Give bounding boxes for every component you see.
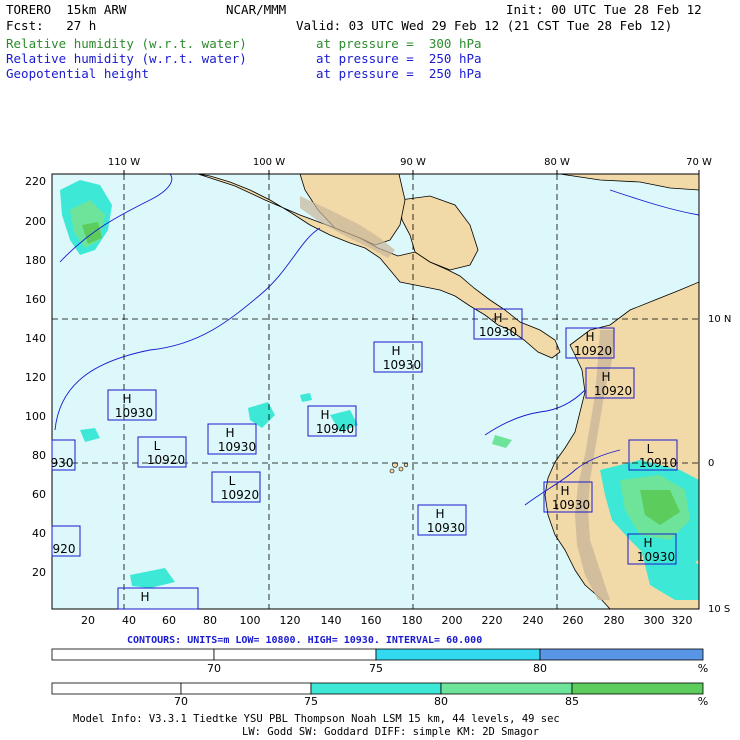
colorbar-rh-300 xyxy=(51,682,704,695)
x-tick: 180 xyxy=(402,614,423,627)
y-tick: 200 xyxy=(25,215,46,228)
svg-text:10930: 10930 xyxy=(115,406,153,420)
svg-text:10930: 10930 xyxy=(552,498,590,512)
model-info-line2: LW: Godd SW: Goddard DIFF: simple KM: 2D… xyxy=(242,726,539,738)
svg-text:10920: 10920 xyxy=(221,488,259,502)
svg-text:H: H xyxy=(435,507,444,521)
svg-text:10920: 10920 xyxy=(594,384,632,398)
x-tick: 220 xyxy=(482,614,503,627)
colorbar2-label: 75 xyxy=(304,695,318,708)
y-tick: 40 xyxy=(32,527,46,540)
lon-label-90w: 90 W xyxy=(400,157,426,168)
svg-text:H: H xyxy=(225,426,234,440)
svg-text:H: H xyxy=(391,344,400,358)
lat-label-10s: 10 S xyxy=(708,604,730,615)
svg-text:H: H xyxy=(560,484,569,498)
colorbar2-label: 80 xyxy=(434,695,448,708)
colorbar1-label: 70 xyxy=(207,662,221,675)
lat-label-10n: 10 N xyxy=(708,314,731,325)
svg-text:H: H xyxy=(585,330,594,344)
y-tick: 120 xyxy=(25,371,46,384)
lat-label-0: 0 xyxy=(708,458,714,469)
x-tick: 120 xyxy=(280,614,301,627)
svg-text:10910: 10910 xyxy=(639,456,677,470)
y-tick: 160 xyxy=(25,293,46,306)
svg-text:10920: 10920 xyxy=(147,453,185,467)
colorbar1-label: 80 xyxy=(533,662,547,675)
x-tick: 160 xyxy=(361,614,382,627)
x-tick: 20 xyxy=(81,614,95,627)
x-tick: 80 xyxy=(203,614,217,627)
lon-label-70w: 70 W xyxy=(686,157,712,168)
y-tick: 100 xyxy=(25,410,46,423)
svg-text:10930: 10930 xyxy=(637,550,675,564)
y-tick: 60 xyxy=(32,488,46,501)
x-tick: 60 xyxy=(162,614,176,627)
colorbar2-label: % xyxy=(698,695,708,708)
model-info-line1: Model Info: V3.3.1 Tiedtke YSU PBL Thomp… xyxy=(73,713,560,725)
x-tick: 100 xyxy=(240,614,261,627)
svg-text:10940: 10940 xyxy=(316,422,354,436)
y-tick: 220 xyxy=(25,175,46,188)
colorbar-rh-250 xyxy=(51,648,704,661)
lon-label-100w: 100 W xyxy=(253,157,285,168)
x-tick: 300 xyxy=(644,614,665,627)
x-tick: 280 xyxy=(604,614,625,627)
svg-text:10920: 10920 xyxy=(574,344,612,358)
colorbar1-label: 75 xyxy=(369,662,383,675)
colorbar1-label: % xyxy=(698,662,708,675)
x-tick: 260 xyxy=(563,614,584,627)
svg-text:H: H xyxy=(493,311,502,325)
svg-text:L: L xyxy=(154,439,161,453)
y-tick: 180 xyxy=(25,254,46,267)
lon-label-80w: 80 W xyxy=(544,157,570,168)
x-tick: 320 xyxy=(672,614,693,627)
svg-text:H: H xyxy=(320,408,329,422)
svg-text:10930: 10930 xyxy=(383,358,421,372)
x-tick: 200 xyxy=(442,614,463,627)
svg-text:920: 920 xyxy=(53,542,76,556)
lon-label-110w: 110 W xyxy=(108,157,140,168)
colorbar2-label: 70 xyxy=(174,695,188,708)
x-tick: 240 xyxy=(523,614,544,627)
svg-text:10930: 10930 xyxy=(479,325,517,339)
y-tick: 80 xyxy=(32,449,46,462)
svg-text:L: L xyxy=(647,442,654,456)
svg-text:10930: 10930 xyxy=(218,440,256,454)
weather-map: 110 W 100 W 90 W 80 W 70 W 10 N 0 10 S 2… xyxy=(25,157,731,738)
svg-text:L: L xyxy=(229,474,236,488)
svg-text:H: H xyxy=(122,392,131,406)
svg-text:930: 930 xyxy=(51,456,74,470)
y-tick: 20 xyxy=(32,566,46,579)
lon-ticks xyxy=(123,170,700,174)
y-tick: 140 xyxy=(25,332,46,345)
colorbar2-label: 85 xyxy=(565,695,579,708)
svg-text:10930: 10930 xyxy=(427,521,465,535)
svg-text:H: H xyxy=(140,590,149,604)
x-tick: 40 xyxy=(122,614,136,627)
contour-info: CONTOURS: UNITS=m LOW= 10800. HIGH= 1093… xyxy=(127,635,482,646)
x-tick: 140 xyxy=(321,614,342,627)
svg-text:H: H xyxy=(601,370,610,384)
svg-text:H: H xyxy=(643,536,652,550)
